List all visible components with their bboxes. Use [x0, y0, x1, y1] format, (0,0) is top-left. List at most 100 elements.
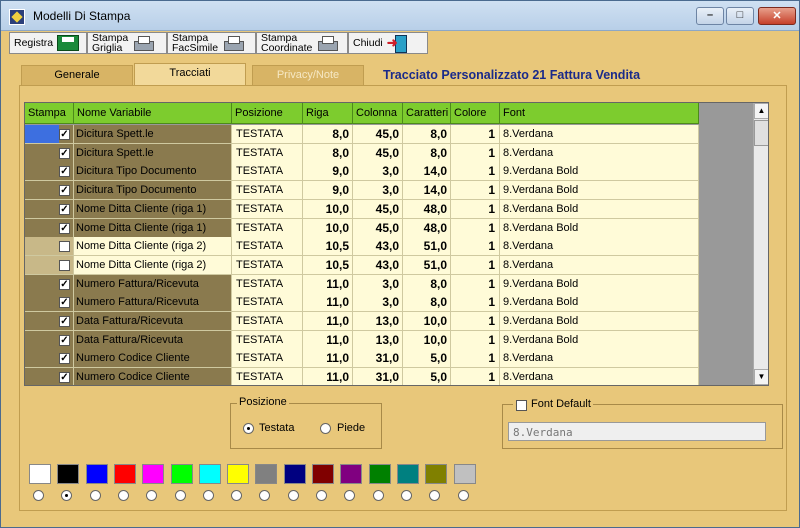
scroll-down-icon[interactable]: ▼: [754, 369, 768, 385]
nome-variabile-cell[interactable]: Nome Ditta Cliente (riga 1): [74, 199, 232, 219]
color-swatch[interactable]: [396, 464, 419, 484]
maximize-button[interactable]: □: [726, 7, 754, 25]
column-header-nome-variabile[interactable]: Nome Variabile: [74, 103, 232, 124]
table-row[interactable]: ✓ Numero Codice Cliente TESTATA 11,0 31,0 5,0…: [25, 368, 749, 385]
color-swatch[interactable]: [283, 464, 306, 484]
stampa-coordinate-button[interactable]: Stampa Coordinate: [256, 32, 348, 54]
color-swatch[interactable]: [227, 464, 250, 484]
stampa-cell[interactable]: ✓: [25, 274, 74, 294]
font-cell[interactable]: 8.Verdana: [500, 255, 699, 275]
color-radio[interactable]: [202, 490, 214, 501]
stampa-cell[interactable]: ✓: [25, 349, 74, 369]
posizione-cell[interactable]: TESTATA: [232, 293, 303, 313]
colonna-cell[interactable]: 3,0: [353, 293, 403, 313]
riga-cell[interactable]: 10,5: [303, 255, 353, 275]
color-radio[interactable]: [372, 490, 384, 501]
color-swatch[interactable]: [170, 464, 193, 484]
table-row[interactable]: Nome Ditta Cliente (riga 2) TESTATA 10,5 43…: [25, 255, 749, 275]
nome-variabile-cell[interactable]: Numero Codice Cliente: [74, 368, 232, 385]
stampa-checkbox[interactable]: ✓: [59, 316, 70, 327]
riga-cell[interactable]: 11,0: [303, 293, 353, 313]
scroll-up-icon[interactable]: ▲: [754, 103, 768, 119]
posizione-cell[interactable]: TESTATA: [232, 274, 303, 294]
column-header-colore[interactable]: Colore: [451, 103, 500, 124]
riga-cell[interactable]: 11,0: [303, 312, 353, 331]
tab-tracciati[interactable]: Tracciati: [134, 63, 246, 85]
color-radio[interactable]: [400, 490, 412, 501]
colore-cell[interactable]: 1: [451, 143, 500, 163]
stampa-checkbox[interactable]: ✓: [59, 166, 70, 178]
font-default-checkbox[interactable]: [516, 400, 527, 411]
posizione-cell[interactable]: TESTATA: [232, 330, 303, 350]
riga-cell[interactable]: 10,5: [303, 237, 353, 257]
color-swatch[interactable]: [255, 464, 278, 484]
colore-cell[interactable]: 1: [451, 293, 500, 313]
caratteri-cell[interactable]: 48,0: [403, 218, 451, 238]
font-cell[interactable]: 9.Verdana Bold: [500, 330, 699, 350]
colonna-cell[interactable]: 43,0: [353, 255, 403, 275]
font-cell[interactable]: 9.Verdana Bold: [500, 162, 699, 182]
stampa-checkbox[interactable]: ✓: [59, 297, 70, 309]
stampa-checkbox[interactable]: ✓: [59, 278, 70, 290]
posizione-cell[interactable]: TESTATA: [232, 368, 303, 385]
caratteri-cell[interactable]: 14,0: [403, 181, 451, 201]
column-header-posizione[interactable]: Posizione: [232, 103, 303, 124]
table-row[interactable]: ✓ Dicitura Spett.le TESTATA 8,0 45,0 8,0 1 8.Ve…: [25, 125, 749, 144]
caratteri-cell[interactable]: 51,0: [403, 237, 451, 257]
stampa-griglia-button[interactable]: Stampa Griglia: [87, 32, 167, 54]
stampa-checkbox[interactable]: ✓: [59, 372, 70, 384]
riga-cell[interactable]: 9,0: [303, 162, 353, 182]
stampa-checkbox[interactable]: ✓: [59, 222, 70, 234]
table-row[interactable]: ✓ Numero Codice Cliente TESTATA 11,0 31,0 5,0…: [25, 349, 749, 369]
color-radio[interactable]: [457, 490, 469, 501]
close-button[interactable]: ✕: [758, 7, 796, 25]
stampa-checkbox[interactable]: [59, 259, 70, 271]
font-cell[interactable]: 9.Verdana Bold: [500, 312, 699, 331]
table-row[interactable]: ✓ Dicitura Tipo Documento TESTATA 9,0 3,0 14,…: [25, 162, 749, 182]
nome-variabile-cell[interactable]: Data Fattura/Ricevuta: [74, 330, 232, 350]
color-swatch[interactable]: [198, 464, 221, 484]
colonna-cell[interactable]: 13,0: [353, 330, 403, 350]
colore-cell[interactable]: 1: [451, 218, 500, 238]
colonna-cell[interactable]: 31,0: [353, 368, 403, 385]
colonna-cell[interactable]: 13,0: [353, 312, 403, 331]
table-row[interactable]: ✓ Nome Ditta Cliente (riga 1) TESTATA 10,0 4…: [25, 199, 749, 219]
table-row[interactable]: ✓ Data Fattura/Ricevuta TESTATA 11,0 13,0 10,…: [25, 330, 749, 350]
table-row[interactable]: ✓ Numero Fattura/Ricevuta TESTATA 11,0 3,0 8,…: [25, 293, 749, 313]
color-swatch[interactable]: [57, 464, 80, 484]
riga-cell[interactable]: 10,0: [303, 218, 353, 238]
color-swatch[interactable]: [340, 464, 363, 484]
caratteri-cell[interactable]: 10,0: [403, 330, 451, 350]
testata-radio[interactable]: [243, 423, 254, 434]
font-cell[interactable]: 8.Verdana: [500, 368, 699, 385]
colonna-cell[interactable]: 3,0: [353, 162, 403, 182]
table-row[interactable]: ✓ Dicitura Spett.le TESTATA 8,0 45,0 8,0 1 8.Ve…: [25, 143, 749, 163]
colonna-cell[interactable]: 45,0: [353, 125, 403, 144]
tracciato-grid[interactable]: Stampa Nome Variabile Posizione Riga Col…: [24, 102, 769, 386]
stampa-cell[interactable]: ✓: [25, 125, 74, 144]
riga-cell[interactable]: 11,0: [303, 349, 353, 369]
posizione-cell[interactable]: TESTATA: [232, 349, 303, 369]
stampa-checkbox[interactable]: ✓: [59, 203, 70, 215]
colonna-cell[interactable]: 3,0: [353, 274, 403, 294]
nome-variabile-cell[interactable]: Dicitura Tipo Documento: [74, 162, 232, 182]
nome-variabile-cell[interactable]: Nome Ditta Cliente (riga 2): [74, 255, 232, 275]
font-cell[interactable]: 8.Verdana Bold: [500, 218, 699, 238]
stampa-cell[interactable]: ✓: [25, 181, 74, 201]
stampa-facsimile-button[interactable]: Stampa FacSimile: [167, 32, 256, 54]
colonna-cell[interactable]: 45,0: [353, 218, 403, 238]
posizione-cell[interactable]: TESTATA: [232, 181, 303, 201]
colore-cell[interactable]: 1: [451, 199, 500, 219]
posizione-cell[interactable]: TESTATA: [232, 199, 303, 219]
caratteri-cell[interactable]: 5,0: [403, 349, 451, 369]
table-row[interactable]: ✓ Nome Ditta Cliente (riga 1) TESTATA 10,0 4…: [25, 218, 749, 238]
registra-button[interactable]: Registra: [9, 32, 87, 54]
color-swatch[interactable]: [312, 464, 334, 484]
nome-variabile-cell[interactable]: Numero Fattura/Ricevuta: [74, 293, 232, 313]
caratteri-cell[interactable]: 14,0: [403, 162, 451, 182]
riga-cell[interactable]: 10,0: [303, 199, 353, 219]
stampa-cell[interactable]: ✓: [25, 330, 74, 350]
posizione-cell[interactable]: TESTATA: [232, 255, 303, 275]
caratteri-cell[interactable]: 8,0: [403, 293, 451, 313]
table-row[interactable]: ✓ Dicitura Tipo Documento TESTATA 9,0 3,0 14,…: [25, 181, 749, 201]
